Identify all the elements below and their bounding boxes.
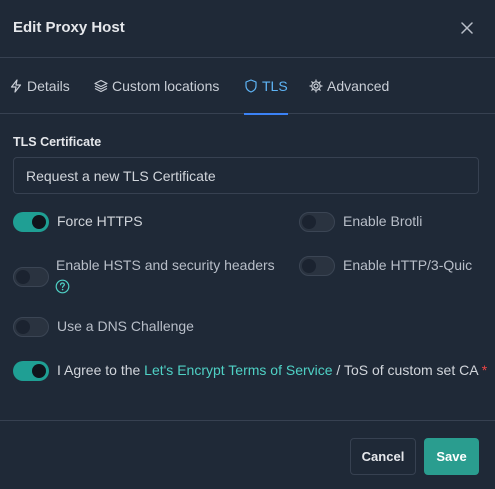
gear-icon — [309, 79, 323, 93]
close-button[interactable] — [455, 16, 479, 40]
lightning-icon — [10, 79, 22, 93]
dns-challenge-label: Use a DNS Challenge — [57, 318, 194, 334]
required-marker: * — [481, 362, 488, 378]
layers-icon — [94, 79, 108, 93]
tab-advanced-label: Advanced — [327, 78, 390, 94]
tab-advanced[interactable]: Advanced — [309, 58, 389, 114]
enable-brotli-label: Enable Brotli — [343, 213, 423, 229]
modal-title: Edit Proxy Host — [13, 19, 125, 36]
tab-custom-locations[interactable]: Custom locations — [94, 58, 219, 114]
modal-footer: Cancel Save — [0, 420, 495, 489]
shield-icon — [245, 79, 257, 93]
tab-bar: Details Custom locations TLS Advanced — [0, 58, 495, 115]
lets-encrypt-tos-link[interactable]: Let's Encrypt Terms of Service — [144, 362, 332, 378]
agree-tos-prefix: I Agree to the — [57, 362, 145, 378]
tab-tls[interactable]: TLS — [244, 58, 288, 115]
enable-brotli-toggle[interactable] — [299, 212, 335, 232]
enable-http3-label: Enable HTTP/3-Quic — [343, 257, 473, 273]
enable-hsts-label: Enable HSTS and security headers — [56, 257, 275, 273]
force-https-label: Force HTTPS — [57, 213, 143, 229]
tab-details-label: Details — [27, 78, 70, 94]
tab-custom-locations-label: Custom locations — [112, 78, 220, 94]
tab-tls-label: TLS — [262, 78, 288, 94]
agree-tos-suffix: / ToS of custom set CA — [332, 362, 478, 378]
tab-details[interactable]: Details — [9, 58, 70, 114]
tls-certificate-select[interactable]: Request a new TLS Certificate — [13, 157, 479, 194]
cancel-button[interactable]: Cancel — [350, 438, 416, 475]
modal-header: Edit Proxy Host — [0, 0, 495, 58]
force-https-toggle[interactable] — [13, 212, 49, 232]
edit-proxy-host-modal: Edit Proxy Host Details Custom locations — [0, 0, 495, 489]
agree-tos-toggle[interactable] — [13, 361, 49, 381]
enable-http3-toggle[interactable] — [299, 256, 335, 276]
close-icon — [461, 22, 473, 34]
tls-certificate-label: TLS Certificate — [13, 135, 102, 149]
help-circle-icon[interactable] — [55, 279, 70, 294]
agree-tos-label: I Agree to the Let's Encrypt Terms of Se… — [57, 362, 487, 378]
tls-certificate-value: Request a new TLS Certificate — [26, 167, 216, 184]
save-button[interactable]: Save — [424, 438, 479, 475]
dns-challenge-toggle[interactable] — [13, 317, 49, 337]
enable-hsts-toggle[interactable] — [13, 267, 49, 287]
